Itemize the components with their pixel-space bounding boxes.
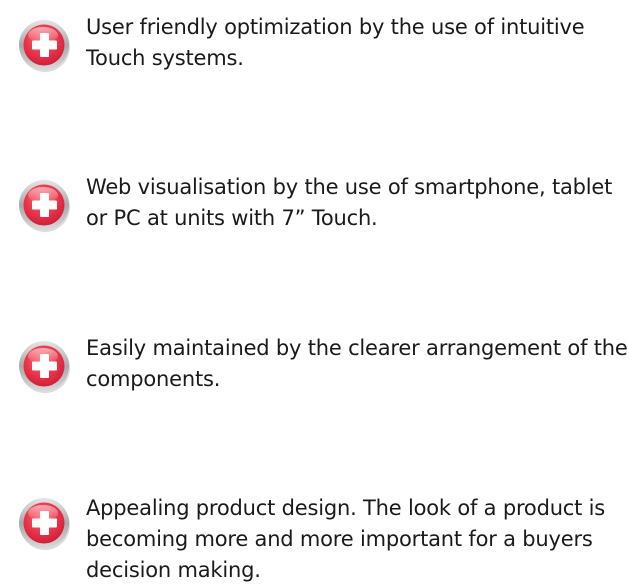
feature-text: User friendly optimization by the use of… bbox=[86, 15, 585, 70]
feature-text: Web visualisation by the use of smartpho… bbox=[86, 175, 613, 230]
plus-badge-icon bbox=[18, 495, 76, 553]
plus-badge-icon bbox=[18, 17, 76, 75]
plus-badge-icon bbox=[18, 338, 76, 396]
feature-list: User friendly optimization by the use of… bbox=[0, 0, 629, 587]
feature-text: Easily maintained by the clearer arrange… bbox=[86, 336, 628, 391]
feature-text: Appealing product design. The look of a … bbox=[86, 496, 606, 582]
plus-badge-icon bbox=[18, 177, 76, 235]
